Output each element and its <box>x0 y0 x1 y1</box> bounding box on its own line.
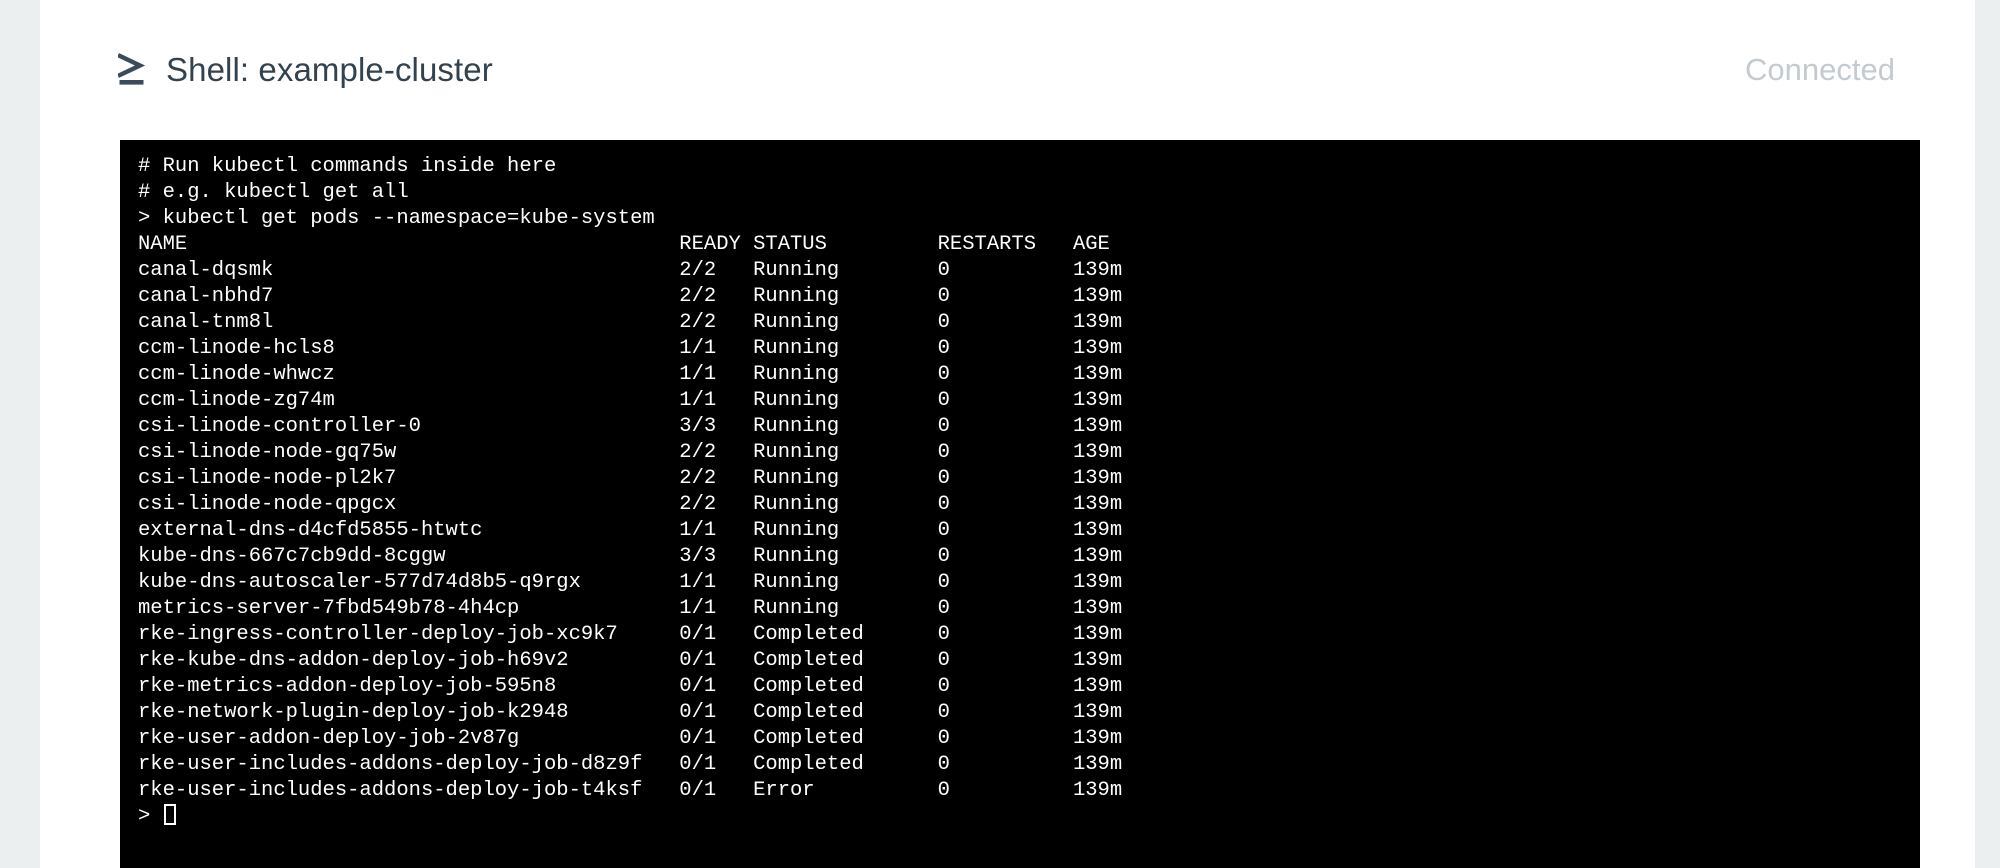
connection-status-label: Connected <box>1745 52 1895 88</box>
terminal-line: # Run kubectl commands inside here <box>138 154 1920 180</box>
terminal-line: external-dns-d4cfd5855-htwtc 1/1 Running… <box>138 518 1920 544</box>
terminal-line: canal-tnm8l 2/2 Running 0 139m <box>138 310 1920 336</box>
terminal-line: metrics-server-7fbd549b78-4h4cp 1/1 Runn… <box>138 596 1920 622</box>
terminal-output: # Run kubectl commands inside here# e.g.… <box>138 154 1920 830</box>
terminal-line: kube-dns-667c7cb9dd-8cggw 3/3 Running 0 … <box>138 544 1920 570</box>
terminal-line: canal-dqsmk 2/2 Running 0 139m <box>138 258 1920 284</box>
terminal-cursor <box>164 804 176 825</box>
terminal-line: > kubectl get pods --namespace=kube-syst… <box>138 206 1920 232</box>
terminal-line: csi-linode-controller-0 3/3 Running 0 13… <box>138 414 1920 440</box>
terminal-line: ccm-linode-zg74m 1/1 Running 0 139m <box>138 388 1920 414</box>
terminal-line: rke-user-includes-addons-deploy-job-t4ks… <box>138 778 1920 804</box>
terminal-line: csi-linode-node-pl2k7 2/2 Running 0 139m <box>138 466 1920 492</box>
terminal-prompt-icon <box>118 53 148 87</box>
shell-header: Shell: example-cluster Connected <box>40 0 1975 140</box>
terminal-line: csi-linode-node-gq75w 2/2 Running 0 139m <box>138 440 1920 466</box>
terminal-line: rke-network-plugin-deploy-job-k2948 0/1 … <box>138 700 1920 726</box>
terminal-line: canal-nbhd7 2/2 Running 0 139m <box>138 284 1920 310</box>
terminal-line: csi-linode-node-qpgcx 2/2 Running 0 139m <box>138 492 1920 518</box>
shell-panel: Shell: example-cluster Connected # Run k… <box>40 0 1975 868</box>
terminal-prompt-line[interactable]: > <box>138 804 1920 830</box>
terminal-line: rke-ingress-controller-deploy-job-xc9k7 … <box>138 622 1920 648</box>
terminal-line: ccm-linode-whwcz 1/1 Running 0 139m <box>138 362 1920 388</box>
terminal-line: rke-kube-dns-addon-deploy-job-h69v2 0/1 … <box>138 648 1920 674</box>
terminal-line: ccm-linode-hcls8 1/1 Running 0 139m <box>138 336 1920 362</box>
terminal-line: rke-user-includes-addons-deploy-job-d8z9… <box>138 752 1920 778</box>
terminal-line: kube-dns-autoscaler-577d74d8b5-q9rgx 1/1… <box>138 570 1920 596</box>
terminal-line: rke-user-addon-deploy-job-2v87g 0/1 Comp… <box>138 726 1920 752</box>
page-title: Shell: example-cluster <box>166 51 493 89</box>
page-root: Shell: example-cluster Connected # Run k… <box>0 0 2000 868</box>
terminal-console[interactable]: # Run kubectl commands inside here# e.g.… <box>120 140 1920 868</box>
terminal-line: rke-metrics-addon-deploy-job-595n8 0/1 C… <box>138 674 1920 700</box>
terminal-line: NAME READY STATUS RESTARTS AGE <box>138 232 1920 258</box>
terminal-line: # e.g. kubectl get all <box>138 180 1920 206</box>
